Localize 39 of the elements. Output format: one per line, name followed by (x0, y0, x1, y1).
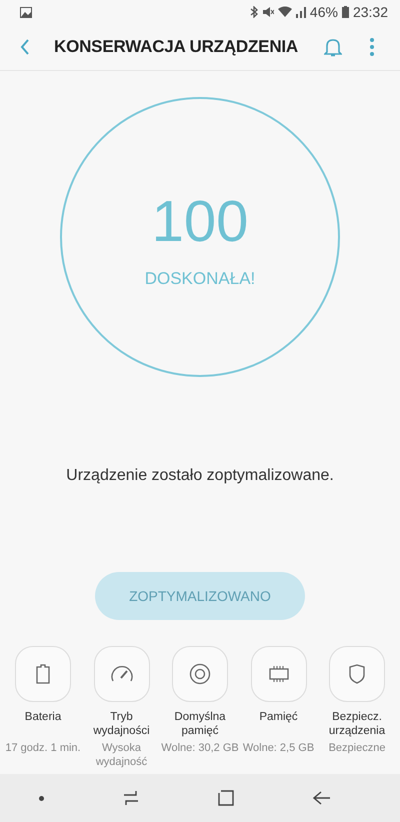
tile-value: Wolne: 2,5 GB (242, 741, 314, 755)
mute-icon (262, 6, 274, 18)
nav-dot-icon[interactable] (39, 796, 44, 800)
tile-label: Pamięć (259, 710, 298, 725)
score-value: 100 (152, 193, 248, 251)
recents-icon[interactable] (123, 791, 140, 805)
back-nav-icon[interactable] (312, 791, 331, 805)
security-tile-button[interactable] (329, 646, 385, 702)
home-icon[interactable] (218, 790, 234, 806)
screen-title: KONSERWACJA URZĄDZENIA (54, 37, 300, 57)
notification-bell-icon[interactable] (324, 37, 342, 57)
clock: 23:32 (352, 4, 388, 20)
wifi-icon (278, 6, 292, 18)
gauge-icon (110, 665, 134, 683)
more-options-icon[interactable] (370, 38, 374, 56)
performance-tile-button[interactable] (94, 646, 150, 702)
tile-value: Bezpieczne (328, 741, 386, 755)
shield-icon (348, 664, 366, 684)
score-label: DOSKONAŁA! (144, 269, 256, 289)
tile-label: Domyślna pamięć (173, 710, 227, 738)
storage-tile-button[interactable] (172, 646, 228, 702)
status-message: Urządzenie zostało zoptymalizowane. (66, 467, 334, 485)
battery-icon (36, 664, 50, 684)
battery-tile-button[interactable] (15, 646, 71, 702)
battery-icon (342, 6, 349, 18)
bluetooth-icon (250, 6, 258, 18)
tile-label: Tryb wydajności (92, 710, 151, 738)
back-icon[interactable] (20, 39, 30, 55)
signal-icon (296, 6, 306, 18)
gallery-icon (20, 6, 32, 18)
memory-tile-button[interactable] (250, 646, 306, 702)
battery-percent: 46% (310, 4, 338, 20)
tile-value: Wolne: 30,2 GB (161, 741, 239, 755)
tile-label: Bezpiecz. urządzenia (328, 710, 386, 738)
tile-value: Wysoka wydajność (94, 741, 148, 769)
tile-label: Bateria (24, 710, 62, 725)
disc-icon (189, 663, 211, 685)
tile-value: 17 godz. 1 min. (5, 741, 81, 755)
chip-icon (268, 665, 290, 683)
